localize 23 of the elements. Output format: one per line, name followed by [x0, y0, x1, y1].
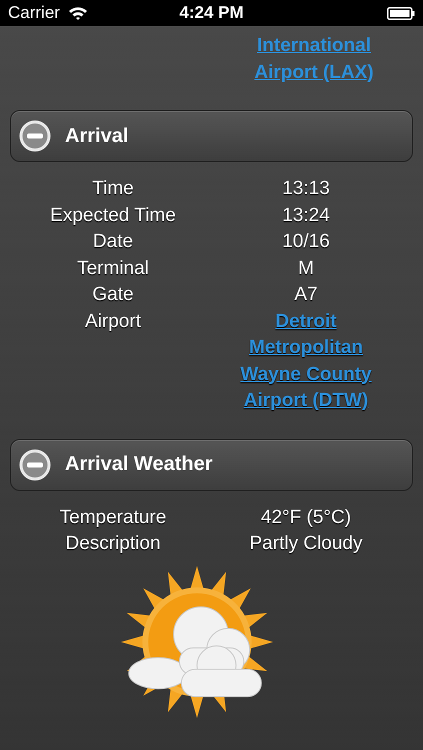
battery-icon [387, 6, 415, 20]
field-value: 10/16 [282, 231, 330, 252]
carrier-name: Carrier [8, 3, 60, 23]
field-label: Airport [84, 310, 142, 334]
minus-circle-icon[interactable] [19, 448, 51, 480]
section-header[interactable]: Arrival Weather [10, 438, 413, 490]
status-time: 4:24 PM [179, 3, 244, 23]
field-value: 13:13 [282, 178, 330, 199]
minus-circle-icon[interactable] [19, 120, 51, 152]
field-value: Partly Cloudy [250, 533, 362, 554]
field-label: Date [92, 230, 134, 254]
field-label: Terminal [76, 256, 150, 280]
section-header[interactable]: Arrival [10, 110, 413, 162]
field-value: 13:24 [282, 204, 330, 226]
wifi-icon [68, 6, 88, 20]
field-label: Gate [91, 283, 135, 307]
field-label: Description [64, 532, 162, 556]
field-label: Temperature [58, 506, 168, 530]
field-label: Time [91, 177, 135, 201]
field-value: A7 [294, 284, 318, 305]
field-value: M [298, 258, 314, 278]
field-label: Expected Time [49, 204, 177, 228]
field-value: 42°F (5°C) [260, 506, 352, 528]
